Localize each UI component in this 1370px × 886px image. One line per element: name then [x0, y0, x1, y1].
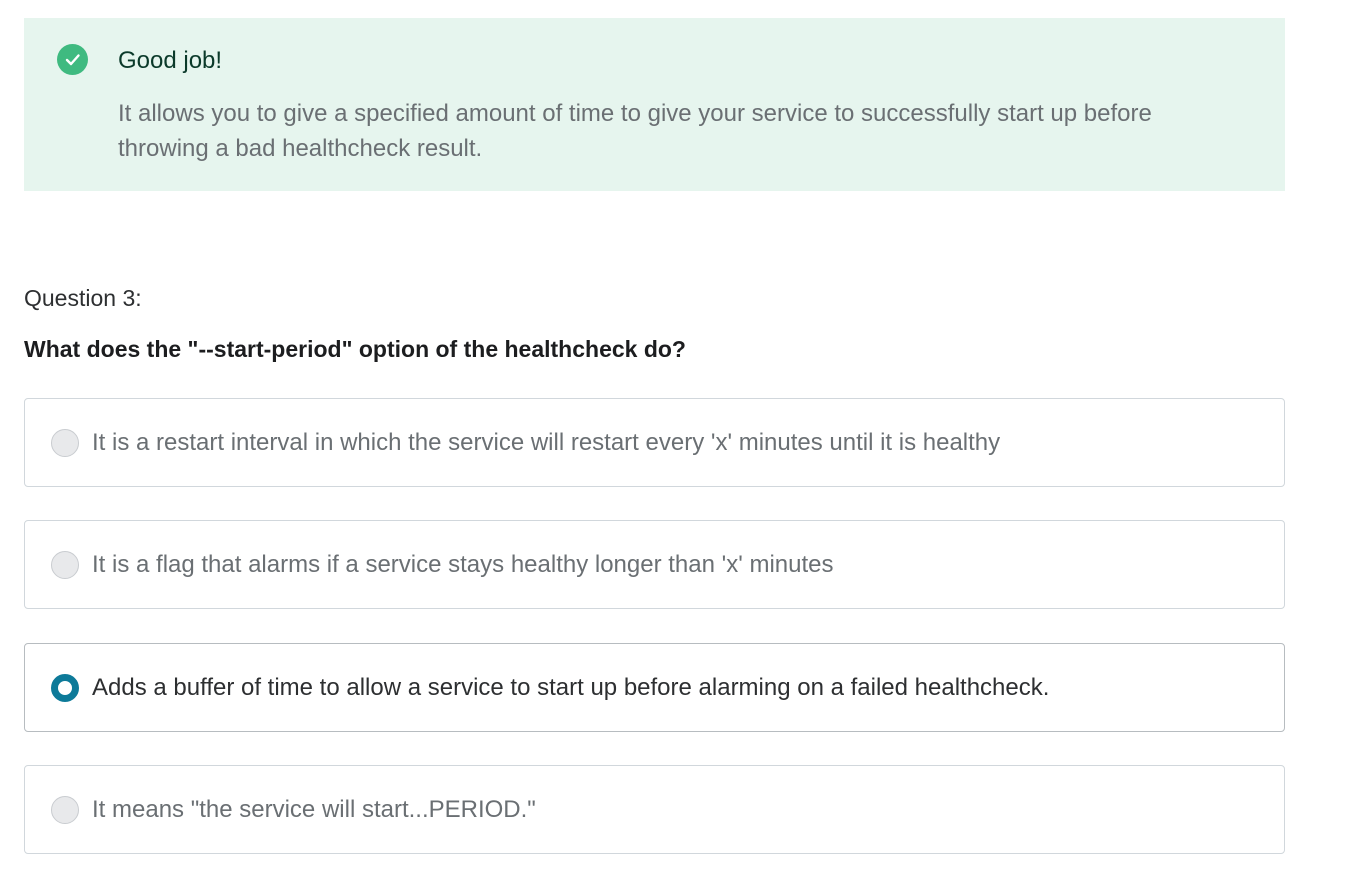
answer-option-label: It is a restart interval in which the se… — [92, 429, 1001, 456]
answer-option-label: Adds a buffer of time to allow a service… — [92, 674, 1050, 701]
radio-button[interactable] — [51, 429, 79, 457]
feedback-title: Good job! — [118, 47, 223, 74]
question-prompt: What does the "--start-period" option of… — [24, 336, 686, 362]
answer-option-label: It is a flag that alarms if a service st… — [92, 551, 834, 578]
answer-option-3[interactable]: Adds a buffer of time to allow a service… — [24, 643, 1285, 732]
radio-button[interactable] — [51, 796, 79, 824]
answer-option-label: It means "the service will start...PERIO… — [92, 796, 536, 823]
answer-option-1[interactable]: It is a restart interval in which the se… — [24, 398, 1285, 487]
answer-option-2[interactable]: It is a flag that alarms if a service st… — [24, 520, 1285, 609]
feedback-explanation: It allows you to give a specified amount… — [118, 100, 1152, 162]
question-number: Question 3: — [24, 285, 142, 311]
check-circle-icon — [57, 44, 88, 75]
feedback-banner: Good job! It allows you to give a specif… — [24, 18, 1285, 191]
answer-option-4[interactable]: It means "the service will start...PERIO… — [24, 765, 1285, 854]
radio-button[interactable] — [51, 551, 79, 579]
radio-button-selected[interactable] — [51, 674, 79, 702]
